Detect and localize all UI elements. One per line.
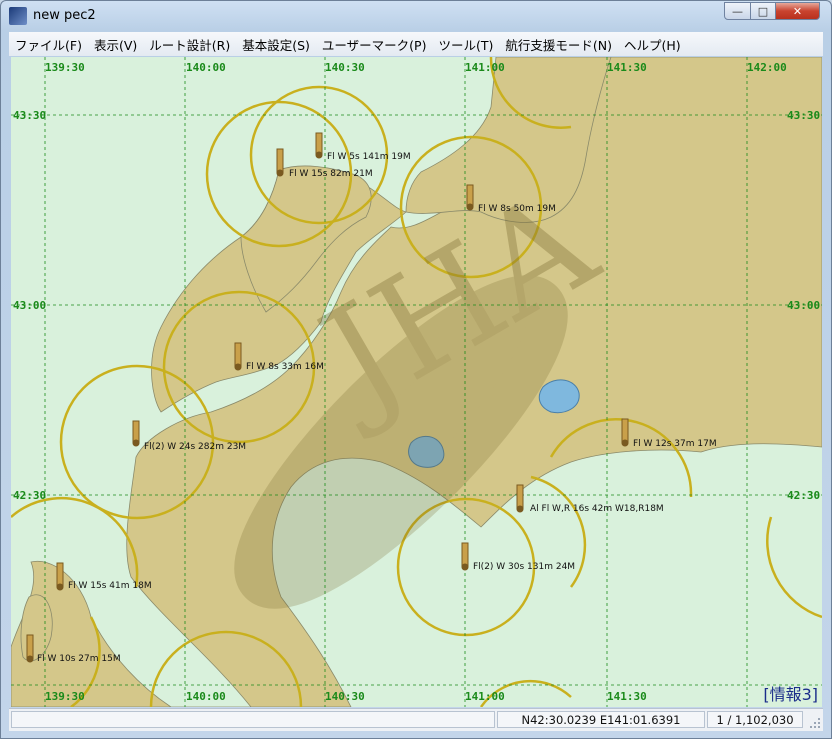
light-label[interactable]: Fl W 10s 27m 15M xyxy=(37,654,121,664)
lon-label-bottom: 141:00 xyxy=(465,690,505,703)
menu-help[interactable]: ヘルプ(H) xyxy=(618,35,687,54)
light-label[interactable]: Fl(2) W 30s 131m 24M xyxy=(473,562,575,572)
map-scale: 1 / 1,102,030 xyxy=(707,711,803,728)
close-icon: ✕ xyxy=(792,4,803,18)
chart-map[interactable]: JHA 139:30 140:00 140:30 141:00 141:30 1… xyxy=(11,57,822,707)
resize-grip-icon[interactable] xyxy=(809,717,821,729)
menu-tools[interactable]: ツール(T) xyxy=(432,35,499,54)
lon-label-top: 140:30 xyxy=(325,61,365,74)
maximize-button[interactable]: □ xyxy=(750,2,776,20)
lon-label-bottom: 139:30 xyxy=(45,690,85,703)
menu-bar: ファイル(F) 表示(V) ルート設計(R) 基本設定(S) ユーザーマーク(P… xyxy=(9,32,823,56)
menu-user-mark[interactable]: ユーザーマーク(P) xyxy=(316,35,433,54)
light-label[interactable]: Fl W 15s 41m 18M xyxy=(68,581,152,591)
lat-label-left: 42:30 xyxy=(13,489,47,502)
light-label[interactable]: Fl W 8s 50m 19M xyxy=(478,204,556,214)
menu-navigation-mode[interactable]: 航行支援モード(N) xyxy=(499,35,618,54)
menu-file[interactable]: ファイル(F) xyxy=(9,35,88,54)
menu-route-design[interactable]: ルート設計(R) xyxy=(143,35,236,54)
map-canvas: JHA xyxy=(11,57,822,707)
light-label[interactable]: Fl(2) W 24s 282m 23M xyxy=(144,442,246,452)
light-label[interactable]: Fl W 8s 33m 16M xyxy=(246,362,324,372)
lon-label-bottom: 141:30 xyxy=(607,690,647,703)
app-icon xyxy=(9,7,27,25)
light-label[interactable]: Al Fl W,R 16s 42m W18,R18M xyxy=(530,504,664,514)
maximize-icon: □ xyxy=(757,4,769,18)
window-title: new pec2 xyxy=(33,8,96,23)
lat-label-left: 43:30 xyxy=(13,109,47,122)
lon-label-top: 140:00 xyxy=(186,61,226,74)
menu-basic-settings[interactable]: 基本設定(S) xyxy=(236,35,316,54)
lon-label-bottom: 140:30 xyxy=(325,690,365,703)
info-tag[interactable]: [情報3] xyxy=(763,681,818,705)
light-label[interactable]: Fl W 12s 37m 17M xyxy=(633,439,717,449)
close-button[interactable]: ✕ xyxy=(775,2,820,20)
lon-label-top: 139:30 xyxy=(45,61,85,74)
status-message xyxy=(11,711,495,728)
menu-view[interactable]: 表示(V) xyxy=(88,35,143,54)
light-label[interactable]: Fl W 15s 82m 21M xyxy=(289,169,373,179)
minimize-icon: — xyxy=(732,4,743,18)
cursor-coordinates: N42:30.0239 E141:01.6391 xyxy=(497,711,705,728)
lon-label-top: 142:00 xyxy=(747,61,787,74)
lon-label-top: 141:00 xyxy=(465,61,505,74)
lon-label-top: 141:30 xyxy=(607,61,647,74)
app-window: new pec2 — □ ✕ ファイル(F) 表示(V) ルート設計(R) 基本… xyxy=(0,0,832,739)
light-label[interactable]: Fl W 5s 141m 19M xyxy=(327,152,411,162)
lon-label-bottom: 140:00 xyxy=(186,690,226,703)
lat-label-right: 43:30 xyxy=(787,109,821,122)
lat-label-left: 43:00 xyxy=(13,299,47,312)
lat-label-right: 43:00 xyxy=(787,299,821,312)
lake-1 xyxy=(538,379,580,414)
title-bar: new pec2 — □ ✕ xyxy=(1,1,831,31)
minimize-button[interactable]: — xyxy=(724,2,751,20)
lat-label-right: 42:30 xyxy=(787,489,821,502)
status-bar: N42:30.0239 E141:01.6391 1 / 1,102,030 xyxy=(9,708,823,731)
